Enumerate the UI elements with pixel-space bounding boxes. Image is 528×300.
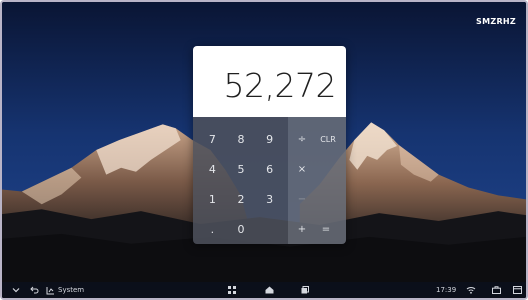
wifi-icon[interactable] xyxy=(465,282,477,298)
briefcase-icon[interactable] xyxy=(490,282,502,298)
key-blank xyxy=(314,185,338,213)
key-9[interactable]: 9 xyxy=(255,125,284,153)
key-add[interactable]: + xyxy=(290,215,314,243)
taskbar: System 17:39 xyxy=(2,282,526,298)
recent-apps-icon[interactable] xyxy=(299,282,311,298)
key-equals[interactable]: = xyxy=(314,215,338,243)
display-value: 52,272 xyxy=(223,66,337,105)
system-icon[interactable] xyxy=(44,282,56,298)
key-divide[interactable]: ÷ xyxy=(290,125,314,153)
key-7[interactable]: 7 xyxy=(198,125,227,153)
key-row: − xyxy=(290,184,342,214)
number-pad: 7 8 9 4 5 6 1 2 3 . 0 xyxy=(193,117,288,244)
key-6[interactable]: 6 xyxy=(255,155,284,183)
key-row: + = xyxy=(290,214,342,244)
key-5[interactable]: 5 xyxy=(227,155,256,183)
key-subtract[interactable]: − xyxy=(290,185,314,213)
key-blank xyxy=(314,155,338,183)
key-3[interactable]: 3 xyxy=(255,185,284,213)
chevron-down-icon[interactable] xyxy=(10,282,22,298)
key-row: 1 2 3 xyxy=(198,184,284,214)
key-multiply[interactable]: × xyxy=(290,155,314,183)
calculator-widget: 52,272 7 8 9 4 5 6 1 2 3 . 0 ÷ CLR × − +… xyxy=(193,46,346,244)
calculator-keypad: 7 8 9 4 5 6 1 2 3 . 0 ÷ CLR × − + = xyxy=(193,117,346,244)
key-1[interactable]: 1 xyxy=(198,185,227,213)
window-icon[interactable] xyxy=(511,282,523,298)
calculator-display: 52,272 xyxy=(193,46,346,117)
clock-time: 17:39 xyxy=(436,286,457,294)
key-row: 7 8 9 xyxy=(198,124,284,154)
key-8[interactable]: 8 xyxy=(227,125,256,153)
user-badge: SMZRHZ xyxy=(476,17,516,26)
apps-grid-icon[interactable] xyxy=(226,282,238,298)
key-row: 4 5 6 xyxy=(198,154,284,184)
home-icon[interactable] xyxy=(263,282,275,298)
key-clear[interactable]: CLR xyxy=(314,125,342,153)
key-blank xyxy=(255,215,284,243)
key-row: × xyxy=(290,154,342,184)
key-2[interactable]: 2 xyxy=(227,185,256,213)
key-0[interactable]: 0 xyxy=(227,215,256,243)
back-icon[interactable] xyxy=(28,282,40,298)
system-label[interactable]: System xyxy=(58,282,84,298)
operator-pad: ÷ CLR × − + = xyxy=(288,117,346,244)
key-row: . 0 xyxy=(198,214,284,244)
key-row: ÷ CLR xyxy=(290,124,342,154)
key-decimal[interactable]: . xyxy=(198,215,227,243)
desktop-screen: SMZRHZ 52,272 7 8 9 4 5 6 1 2 3 . 0 ÷ CL… xyxy=(0,0,528,300)
key-4[interactable]: 4 xyxy=(198,155,227,183)
